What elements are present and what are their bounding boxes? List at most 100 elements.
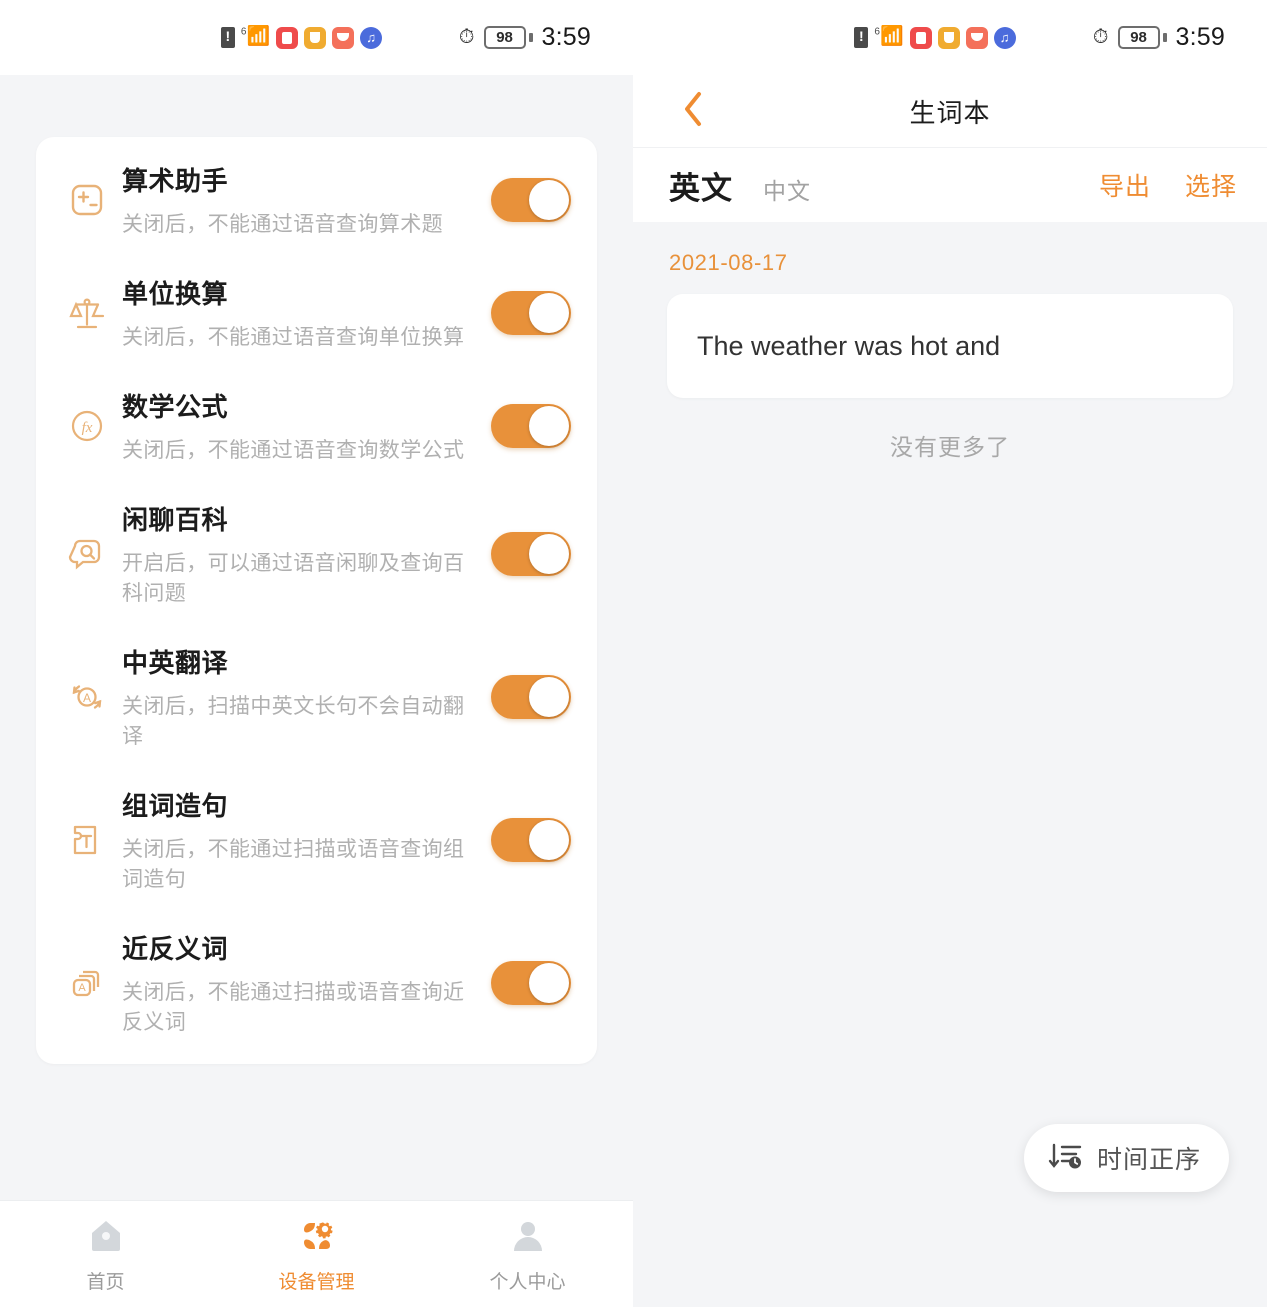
left-phone-screen: 6📶 ⏱ 98 3:59 xyxy=(0,0,633,1307)
settings-row-text: 中英翻译 关闭后，扫描中英文长句不会自动翻译 xyxy=(116,643,485,750)
battery-level: 98 xyxy=(483,26,526,49)
wifi-6-icon: 6📶 xyxy=(874,26,904,47)
app-yellow-icon xyxy=(304,26,327,49)
settings-row[interactable]: 算术助手 关闭后，不能通过语音查询算术题 xyxy=(36,143,597,256)
right-phone-screen: 6📶 ⏱ 98 3:59 生词本 xyxy=(633,0,1267,1307)
app-coral-icon xyxy=(332,26,355,49)
vocabulary-list: 2021-08-17 The weather was hot and 没有更多了 xyxy=(633,222,1267,462)
status-bar-right-right: ⏱ 98 3:59 xyxy=(1093,0,1225,75)
svg-text:A: A xyxy=(78,982,86,994)
toggle-knob xyxy=(529,533,569,574)
no-more-label: 没有更多了 xyxy=(890,434,1010,460)
settings-row[interactable]: A 中英翻译 关闭后，扫描中英文长句不会自动翻译 xyxy=(36,625,597,768)
settings-row-toggle[interactable] xyxy=(491,531,571,576)
toggle-knob xyxy=(529,819,569,860)
bottom-tab-bar: 首页 设备管理 个人中心 xyxy=(0,1200,633,1307)
sim-alert-icon xyxy=(854,26,869,48)
dual-screenshot: 6📶 ⏱ 98 3:59 xyxy=(0,0,1267,1307)
synonym-cards-icon: A xyxy=(58,963,116,1003)
translate-icon: A xyxy=(58,677,116,717)
settings-row-title: 中英翻译 xyxy=(122,648,229,678)
settings-row-text: 单位换算 关闭后，不能通过语音查询单位换算 xyxy=(116,274,485,351)
vocabulary-entry-text: The weather was hot and xyxy=(697,330,1001,361)
settings-row-toggle[interactable] xyxy=(491,674,571,719)
toggle-knob xyxy=(529,962,569,1003)
settings-row-subtitle: 关闭后，不能通过扫描或语音查询组词造句 xyxy=(122,838,465,891)
clock-time: 3:59 xyxy=(541,23,591,51)
tab-home[interactable]: 首页 xyxy=(0,1214,211,1294)
chevron-left-icon xyxy=(681,90,705,133)
person-icon xyxy=(506,1214,550,1258)
speedometer-icon: ⏱ xyxy=(458,26,475,48)
status-bar-icons: 6📶 xyxy=(854,26,1016,49)
language-tab-bar: 英文 中文 导出 选择 xyxy=(633,147,1267,222)
clock-time: 3:59 xyxy=(1175,23,1225,51)
language-tabs: 英文 中文 xyxy=(669,163,811,208)
back-button[interactable] xyxy=(681,75,705,147)
fx-formula-icon: fx xyxy=(58,406,116,446)
toggle-knob xyxy=(529,292,569,333)
settings-scroll-area[interactable]: 算术助手 关闭后，不能通过语音查询算术题 单位换算 关闭后，不能通过语音查询单位… xyxy=(0,75,633,1200)
speedometer-icon: ⏱ xyxy=(1092,26,1109,48)
wifi-6-icon: 6📶 xyxy=(240,26,271,47)
settings-card: 算术助手 关闭后，不能通过语音查询算术题 单位换算 关闭后，不能通过语音查询单位… xyxy=(36,137,597,1064)
settings-row-title: 近反义词 xyxy=(122,934,229,964)
toggle-knob xyxy=(529,676,569,717)
status-bar-icons: 6📶 xyxy=(220,26,383,49)
settings-row-toggle[interactable] xyxy=(491,177,571,222)
settings-row-text: 闲聊百科 开启后，可以通过语音闲聊及查询百科问题 xyxy=(116,500,485,607)
app-music-icon xyxy=(360,26,383,49)
settings-row-text: 组词造句 关闭后，不能通过扫描或语音查询组词造句 xyxy=(116,786,485,893)
settings-row-title: 组词造句 xyxy=(122,791,229,821)
tab-chinese[interactable]: 中文 xyxy=(763,172,811,206)
settings-row-text: 数学公式 关闭后，不能通过语音查询数学公式 xyxy=(116,387,485,464)
battery-nub-icon xyxy=(1162,33,1167,42)
settings-row-title: 闲聊百科 xyxy=(122,505,229,535)
settings-row-title: 单位换算 xyxy=(122,279,229,309)
toggle-knob xyxy=(529,405,569,446)
settings-row-toggle[interactable] xyxy=(491,403,571,448)
calculator-icon xyxy=(58,180,116,220)
settings-row-subtitle: 关闭后，不能通过语音查询数学公式 xyxy=(122,439,465,462)
settings-row-text: 算术助手 关闭后，不能通过语音查询算术题 xyxy=(116,161,485,238)
app-music-icon xyxy=(993,26,1016,49)
tab-device-manage[interactable]: 设备管理 xyxy=(211,1214,422,1294)
settings-row-subtitle: 开启后，可以通过语音闲聊及查询百科问题 xyxy=(122,552,465,605)
svg-text:fx: fx xyxy=(82,420,93,436)
settings-row-subtitle: 关闭后，不能通过语音查询算术题 xyxy=(122,213,443,236)
select-button[interactable]: 选择 xyxy=(1185,167,1237,203)
settings-row-toggle[interactable] xyxy=(491,817,571,862)
app-yellow-icon xyxy=(937,26,960,49)
nav-bar: 生词本 xyxy=(633,75,1267,147)
tab-english[interactable]: 英文 xyxy=(669,163,733,208)
status-bar-left: 6📶 ⏱ 98 3:59 xyxy=(0,0,633,75)
settings-row[interactable]: 闲聊百科 开启后，可以通过语音闲聊及查询百科问题 xyxy=(36,482,597,625)
tab-profile-label: 个人中心 xyxy=(489,1272,566,1293)
export-button[interactable]: 导出 xyxy=(1099,167,1151,203)
settings-row-toggle[interactable] xyxy=(491,290,571,335)
tab-profile[interactable]: 个人中心 xyxy=(422,1214,633,1294)
settings-row[interactable]: fx 数学公式 关闭后，不能通过语音查询数学公式 xyxy=(36,369,597,482)
scale-icon xyxy=(58,293,116,333)
tab-device-manage-label: 设备管理 xyxy=(278,1272,355,1293)
settings-row-subtitle: 关闭后，不能通过扫描或语音查询近反义词 xyxy=(122,981,465,1034)
settings-row-subtitle: 关闭后，扫描中英文长句不会自动翻译 xyxy=(122,695,465,748)
device-manage-icon xyxy=(295,1214,339,1258)
settings-row-subtitle: 关闭后，不能通过语音查询单位换算 xyxy=(122,326,465,349)
sort-order-label: 时间正序 xyxy=(1096,1146,1201,1174)
settings-row-title: 算术助手 xyxy=(122,166,229,196)
entry-date: 2021-08-17 xyxy=(669,250,788,275)
status-bar-right-left: ⏱ 98 3:59 xyxy=(459,0,591,75)
settings-row-text: 近反义词 关闭后，不能通过扫描或语音查询近反义词 xyxy=(116,929,485,1036)
toggle-knob xyxy=(529,179,569,220)
settings-row[interactable]: A 近反义词 关闭后，不能通过扫描或语音查询近反义词 xyxy=(36,911,597,1054)
settings-row[interactable]: 单位换算 关闭后，不能通过语音查询单位换算 xyxy=(36,256,597,369)
app-red-icon xyxy=(909,26,932,49)
vocabulary-entry-card[interactable]: The weather was hot and xyxy=(667,294,1233,398)
settings-row[interactable]: 组词造句 关闭后，不能通过扫描或语音查询组词造句 xyxy=(36,768,597,911)
chat-search-icon xyxy=(58,534,116,574)
home-icon xyxy=(84,1214,128,1258)
settings-row-toggle[interactable] xyxy=(491,960,571,1005)
sort-order-button[interactable]: 时间正序 xyxy=(1023,1124,1229,1192)
battery-nub-icon xyxy=(528,33,533,42)
